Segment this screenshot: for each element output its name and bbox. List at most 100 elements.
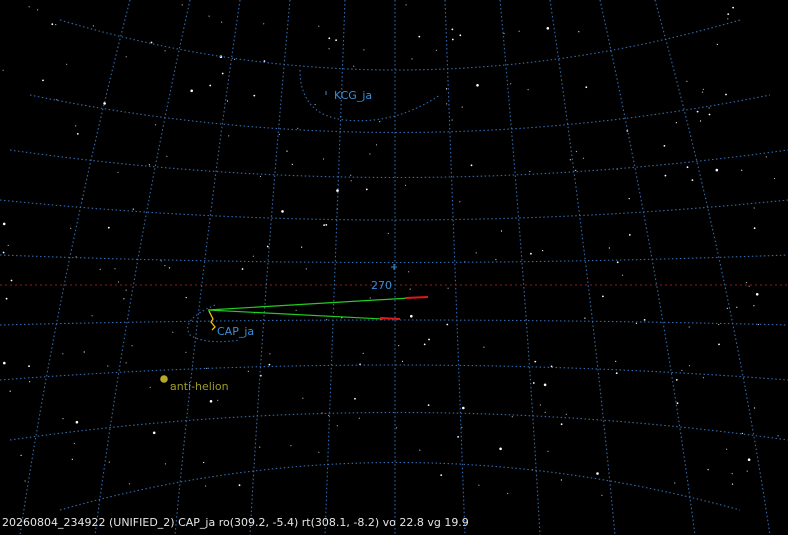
status-line: 20260804_234922 (UNIFIED_2) CAP_ja ro(30… — [2, 516, 469, 529]
star — [221, 21, 223, 23]
star — [732, 6, 734, 9]
star — [569, 159, 571, 161]
star — [419, 449, 421, 451]
star — [542, 250, 544, 252]
star — [691, 179, 694, 182]
star — [409, 288, 411, 290]
star — [748, 285, 750, 287]
star — [707, 469, 709, 471]
star — [228, 135, 230, 137]
star — [753, 305, 755, 307]
star — [107, 365, 109, 367]
star — [578, 31, 580, 33]
star — [28, 365, 30, 368]
star — [234, 58, 236, 61]
star — [681, 369, 683, 371]
star — [696, 110, 699, 113]
star — [663, 145, 666, 147]
star — [507, 492, 509, 495]
star — [462, 406, 465, 410]
star — [42, 79, 44, 82]
star — [725, 93, 727, 96]
star — [585, 86, 588, 89]
star — [92, 25, 94, 27]
star — [461, 106, 463, 108]
star — [217, 399, 219, 401]
star — [247, 370, 249, 372]
star — [411, 58, 413, 60]
azimuth-cross-marker — [391, 264, 397, 270]
star — [152, 431, 156, 435]
star — [475, 252, 477, 254]
star — [20, 454, 22, 456]
star — [664, 174, 667, 177]
grid-longitude-line — [444, 0, 466, 535]
star — [335, 39, 337, 42]
star — [544, 411, 546, 413]
star — [132, 208, 134, 210]
star — [328, 414, 330, 416]
star — [543, 383, 547, 387]
star — [2, 69, 4, 71]
sky-view[interactable]: KCG_ja 270 CAP_ja anti-helion 20260804_2… — [0, 0, 788, 535]
star — [28, 6, 30, 8]
star — [527, 89, 529, 91]
star — [269, 353, 271, 355]
star — [354, 397, 356, 400]
star — [446, 323, 449, 326]
star — [336, 425, 338, 427]
star — [209, 84, 212, 87]
star — [746, 470, 748, 472]
star — [117, 171, 119, 173]
star — [24, 480, 26, 482]
star — [396, 427, 398, 429]
star — [547, 450, 549, 452]
star — [476, 84, 479, 87]
meteor-track-upper-end — [404, 296, 429, 299]
star — [601, 494, 603, 496]
star — [350, 174, 352, 176]
star — [108, 461, 110, 463]
star — [387, 232, 389, 235]
star — [125, 56, 127, 58]
sky-canvas — [0, 0, 788, 535]
star — [164, 265, 166, 267]
star — [708, 113, 711, 116]
star — [55, 24, 57, 26]
star — [375, 144, 378, 146]
star — [221, 72, 224, 75]
star — [741, 432, 743, 434]
star — [511, 416, 513, 418]
star — [328, 37, 331, 40]
star — [418, 35, 421, 38]
star — [365, 188, 368, 191]
star — [268, 363, 271, 366]
star — [358, 417, 360, 419]
star — [702, 88, 704, 90]
star — [575, 169, 577, 171]
star — [75, 420, 79, 424]
star — [241, 268, 244, 270]
star — [203, 461, 205, 464]
star — [160, 260, 162, 262]
star — [777, 435, 779, 437]
star — [398, 345, 400, 347]
star — [745, 282, 748, 284]
star — [615, 372, 618, 375]
grid-longitude-line — [174, 0, 241, 535]
star — [427, 404, 430, 406]
star — [181, 4, 183, 6]
star — [314, 103, 316, 106]
star — [123, 298, 125, 300]
grid-longitude-line — [324, 0, 346, 535]
star — [602, 295, 604, 298]
star — [263, 23, 265, 25]
star — [643, 319, 646, 321]
star — [290, 445, 292, 447]
star — [440, 474, 443, 476]
star — [478, 484, 480, 486]
star — [503, 32, 505, 35]
star — [518, 30, 520, 32]
star — [457, 436, 459, 438]
star — [301, 246, 303, 248]
